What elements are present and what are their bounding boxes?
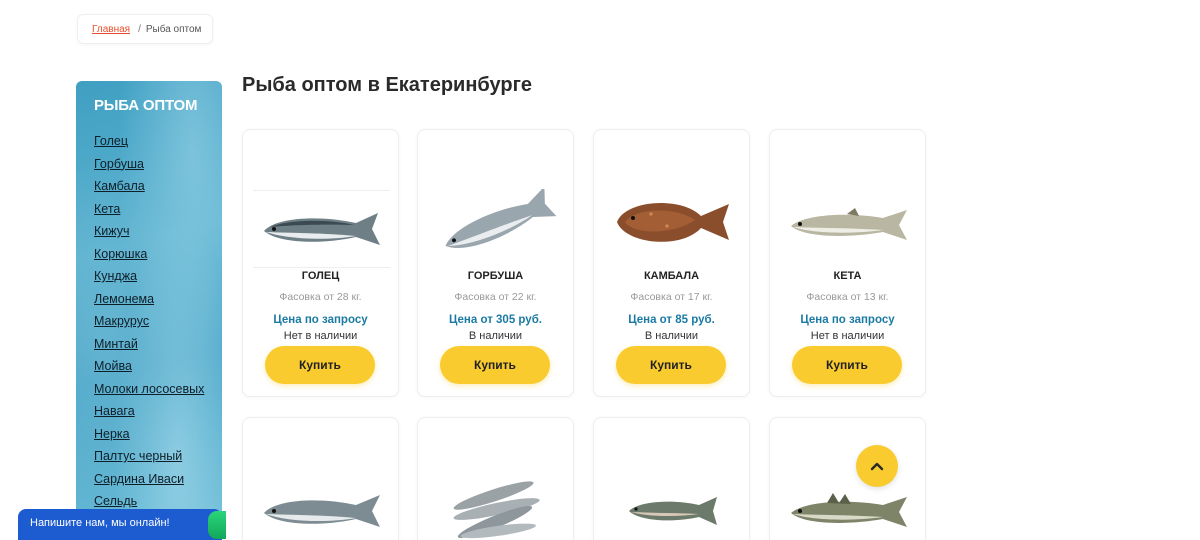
product-card[interactable]: [242, 417, 399, 540]
breadcrumb-current: Рыба оптом: [145, 23, 202, 35]
coho-salmon-fish-icon[interactable]: [253, 476, 390, 540]
breadcrumb-home-link[interactable]: Главная: [92, 24, 130, 35]
sidebar-item-seld[interactable]: Сельдь: [94, 494, 137, 508]
sidebar-item-kambala[interactable]: Камбала: [94, 179, 145, 193]
product-stock: В наличии: [644, 330, 699, 342]
sidebar-item-lemonema[interactable]: Лемонема: [94, 292, 154, 306]
sidebar-item-makrurus[interactable]: Макрурус: [94, 314, 149, 328]
smelt-fish-icon[interactable]: [428, 466, 565, 540]
sidebar-item-keta[interactable]: Кета: [94, 202, 120, 216]
sidebar-item-kundzha[interactable]: Кунджа: [94, 269, 137, 283]
sidebar-list: Голец Горбуша Камбала Кета Кижуч Корюшка…: [94, 130, 222, 513]
char-fish-icon[interactable]: [253, 190, 390, 268]
product-stock: В наличии: [468, 330, 523, 342]
sidebar-item-golets[interactable]: Голец: [94, 134, 128, 148]
product-card[interactable]: КЕТА Фасовка от 13 кг. Цена по запросу Н…: [769, 129, 926, 397]
sidebar-item-sardina[interactable]: Сардина Иваси: [94, 472, 184, 486]
buy-button[interactable]: Купить: [440, 346, 550, 384]
flounder-fish-icon[interactable]: [604, 182, 741, 262]
product-name: КЕТА: [833, 270, 862, 282]
sidebar-item-moloki[interactable]: Молоки лососевых: [94, 382, 204, 396]
pike-perch-fish-icon[interactable]: [780, 476, 917, 540]
buy-button[interactable]: Купить: [792, 346, 902, 384]
chat-widget[interactable]: Напишите нам, мы онлайн!: [18, 509, 226, 540]
product-price: Цена от 305 руб.: [449, 314, 542, 326]
product-card[interactable]: [769, 417, 926, 540]
product-pack: Фасовка от 28 кг.: [279, 291, 362, 303]
chevron-up-icon: [870, 462, 884, 471]
product-name: ГОЛЕЦ: [301, 270, 340, 282]
sidebar-item-paltus[interactable]: Палтус черный: [94, 449, 182, 463]
online-indicator-icon: [208, 511, 226, 539]
sidebar-item-gorbusha[interactable]: Горбуша: [94, 157, 144, 171]
sidebar-item-mintay[interactable]: Минтай: [94, 337, 138, 351]
sidebar-title: РЫБА ОПТОМ: [94, 97, 198, 114]
product-stock: Нет в наличии: [283, 330, 358, 342]
sidebar-item-navaga[interactable]: Навага: [94, 404, 135, 418]
product-name: ГОРБУША: [467, 270, 524, 282]
sidebar-item-kizhuch[interactable]: Кижуч: [94, 224, 130, 238]
product-card[interactable]: КАМБАЛА Фасовка от 17 кг. Цена от 85 руб…: [593, 129, 750, 397]
trout-fish-icon[interactable]: [604, 476, 741, 540]
pink-salmon-fish-icon[interactable]: [428, 186, 565, 262]
sidebar-item-nerka[interactable]: Нерка: [94, 427, 130, 441]
product-price: Цена по запросу: [273, 314, 368, 326]
product-card[interactable]: [417, 417, 574, 540]
category-sidebar: РЫБА ОПТОМ Голец Горбуша Камбала Кета Ки…: [76, 81, 222, 540]
page-title: Рыба оптом в Екатеринбурге: [242, 74, 533, 96]
product-pack: Фасовка от 17 кг.: [630, 291, 713, 303]
product-card[interactable]: ГОРБУША Фасовка от 22 кг. Цена от 305 ру…: [417, 129, 574, 397]
scroll-to-top-button[interactable]: [856, 445, 898, 487]
product-name: КАМБАЛА: [643, 270, 700, 282]
breadcrumb: Главная / Рыба оптом: [77, 14, 213, 44]
product-card[interactable]: [593, 417, 750, 540]
buy-button[interactable]: Купить: [265, 346, 375, 384]
product-stock: Нет в наличии: [810, 330, 885, 342]
chat-label: Напишите нам, мы онлайн!: [30, 517, 170, 529]
product-pack: Фасовка от 22 кг.: [454, 291, 537, 303]
product-pack: Фасовка от 13 кг.: [806, 291, 889, 303]
breadcrumb-separator: /: [138, 23, 141, 35]
product-price: Цена по запросу: [800, 314, 895, 326]
buy-button[interactable]: Купить: [616, 346, 726, 384]
product-card[interactable]: ГОЛЕЦ Фасовка от 28 кг. Цена по запросу …: [242, 129, 399, 397]
chum-salmon-fish-icon[interactable]: [780, 186, 917, 262]
sidebar-item-koryushka[interactable]: Корюшка: [94, 247, 147, 261]
sidebar-item-moyva[interactable]: Мойва: [94, 359, 132, 373]
product-price: Цена от 85 руб.: [628, 314, 715, 326]
